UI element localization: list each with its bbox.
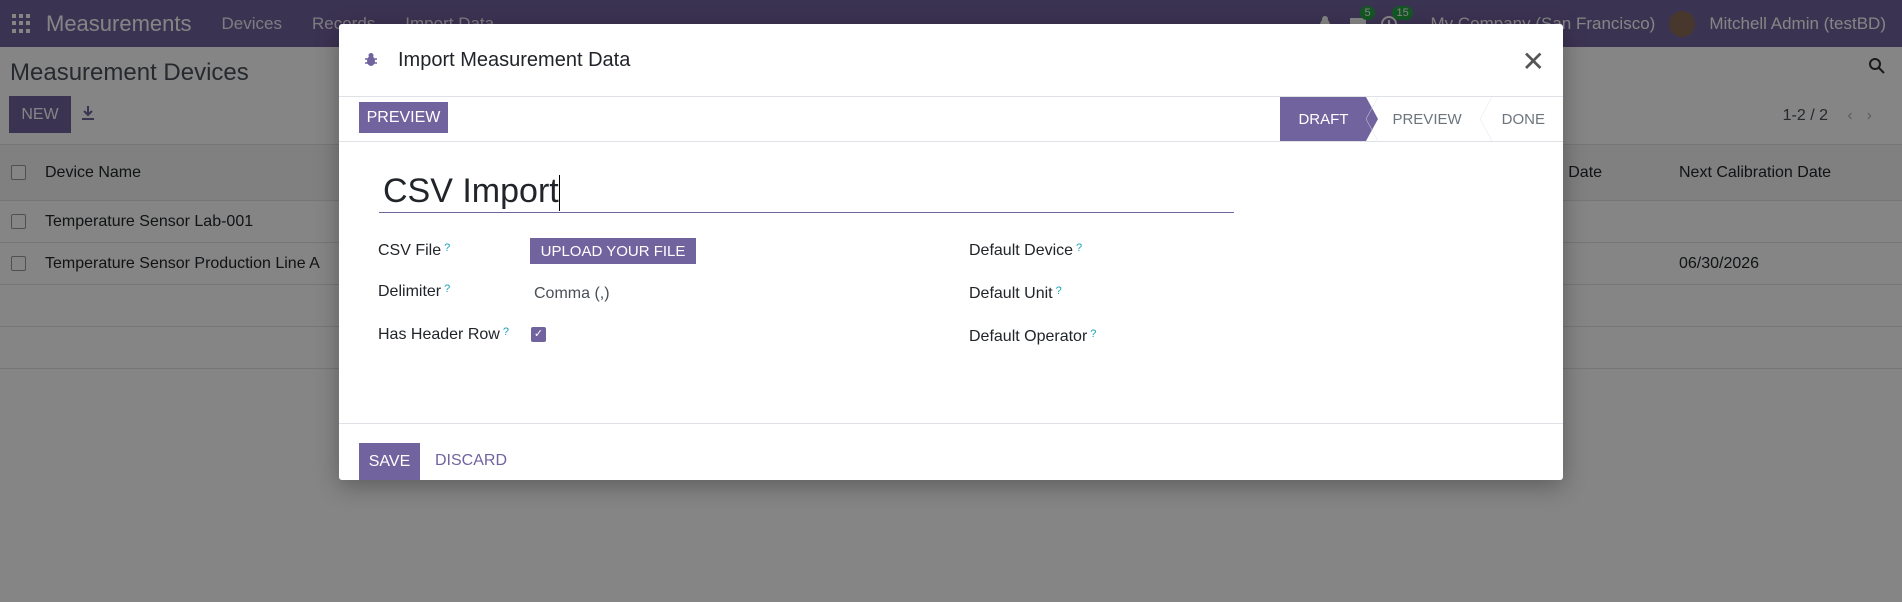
help-icon[interactable]: ? — [1056, 285, 1062, 297]
header-row-label: Has Header Row? — [378, 326, 509, 343]
upload-file-button[interactable]: UPLOAD YOUR FILE — [530, 238, 696, 264]
bug-icon — [363, 52, 379, 73]
form-sheet: CSV Import CSV File? UPLOAD YOUR FILE De… — [339, 142, 1563, 424]
stage-pipeline: DRAFT PREVIEW DONE — [1280, 97, 1563, 141]
default-operator-label: Default Operator? — [969, 328, 1097, 345]
stage-draft[interactable]: DRAFT — [1280, 97, 1379, 141]
delimiter-select[interactable]: Comma (,) — [534, 285, 610, 303]
dialog-title: Import Measurement Data — [398, 49, 631, 71]
import-dialog: Import Measurement Data ✕ PREVIEW DRAFT … — [339, 24, 1563, 480]
discard-button[interactable]: DISCARD — [435, 452, 507, 470]
header-row-checkbox[interactable]: ✓ — [531, 327, 546, 342]
close-icon[interactable]: ✕ — [1522, 48, 1545, 76]
help-icon[interactable]: ? — [444, 283, 450, 295]
statusbar: PREVIEW DRAFT PREVIEW DONE — [339, 97, 1563, 142]
default-device-label: Default Device? — [969, 242, 1083, 259]
preview-button[interactable]: PREVIEW — [359, 102, 448, 133]
dialog-footer: SAVE DISCARD — [339, 424, 1563, 480]
import-name-value: CSV Import — [383, 172, 559, 210]
help-icon[interactable]: ? — [1090, 328, 1096, 340]
import-name-input[interactable]: CSV Import — [379, 172, 1234, 213]
help-icon[interactable]: ? — [444, 242, 450, 254]
help-icon[interactable]: ? — [503, 326, 509, 338]
text-caret — [558, 175, 560, 212]
dialog-header: Import Measurement Data ✕ — [339, 24, 1563, 97]
csv-file-label: CSV File? — [378, 242, 451, 259]
delimiter-label: Delimiter? — [378, 283, 451, 300]
stage-done[interactable]: DONE — [1479, 97, 1563, 141]
save-button[interactable]: SAVE — [359, 443, 420, 480]
stage-preview[interactable]: PREVIEW — [1366, 97, 1479, 141]
help-icon[interactable]: ? — [1076, 242, 1082, 254]
default-unit-label: Default Unit? — [969, 285, 1062, 302]
